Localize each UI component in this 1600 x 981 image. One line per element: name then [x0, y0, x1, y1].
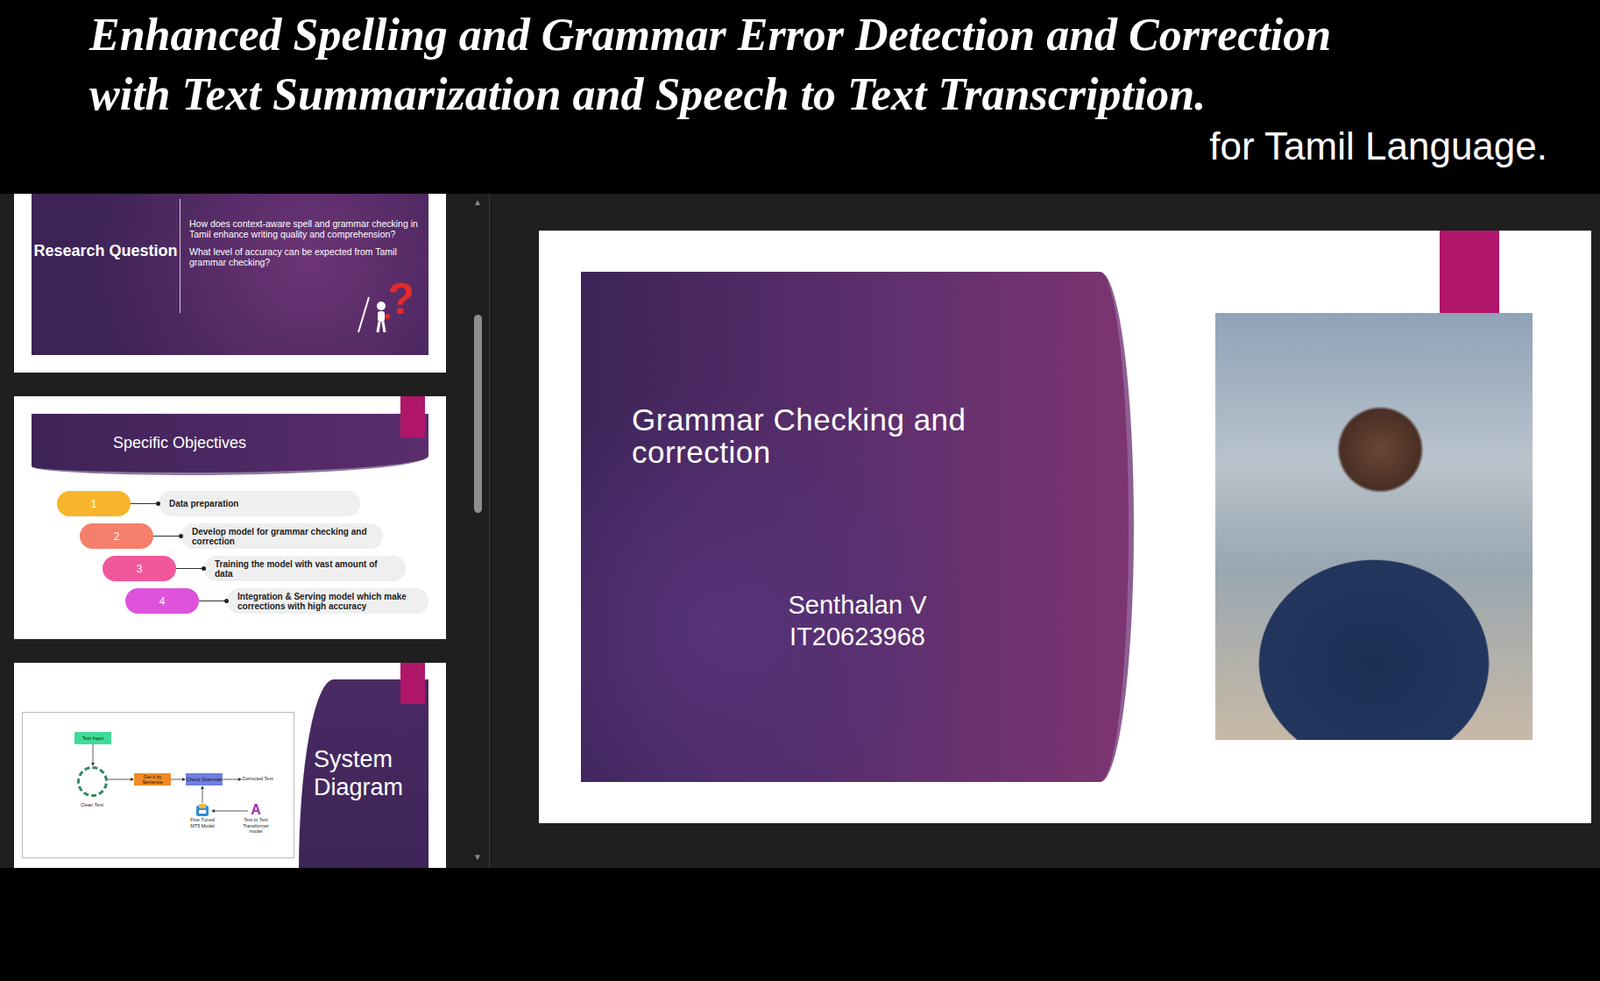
- scroll-down-button[interactable]: ▼: [473, 851, 482, 863]
- diagram-node: AText to Text Transformer model: [236, 802, 276, 835]
- diagram-node: Text Input: [74, 731, 112, 744]
- student-id: IT20623968: [580, 620, 1134, 652]
- objective-number: 3: [102, 555, 177, 581]
- slide-thumbnail[interactable]: Specific Objectives 1 Data preparation2 Dev…: [14, 396, 447, 639]
- banner-title-line: with Text Summarization and Speech to Te…: [89, 64, 1548, 125]
- connector-dot: [201, 566, 206, 571]
- objective-number: 4: [125, 587, 199, 614]
- objective-label: Develop model for grammar checking and c…: [181, 523, 383, 549]
- diagram-title-panel: System Diagram: [298, 679, 429, 868]
- banner-subtitle: for Tamil Language.: [1209, 124, 1548, 169]
- question-figure-icon: ?: [356, 279, 418, 334]
- slide-editor: Grammar Checking and correction Senthalan…: [489, 193, 1600, 868]
- objective-list: 1 Data preparation2 Develop model for gram…: [56, 490, 429, 614]
- diagram-node: Corrected Text: [241, 775, 277, 782]
- diagram-label: Fine Tuned MT5 Model: [184, 816, 220, 829]
- workspace: Research Question How does context-aware …: [0, 193, 1600, 868]
- diagram-node: Clean Text: [65, 765, 119, 808]
- scroll-thumb[interactable]: [474, 314, 482, 513]
- banner-title: Enhanced Spelling and Grammar Error Dete…: [89, 5, 1548, 125]
- stick-figure-icon: [356, 290, 392, 334]
- accent-tab: [400, 396, 425, 438]
- title-panel: Grammar Checking and correction Senthalan…: [580, 271, 1134, 782]
- slide-heading: Specific Objectives: [113, 433, 247, 453]
- connector-line: [198, 600, 227, 602]
- diagram-node: Get it by Sentence: [134, 772, 171, 786]
- accent-tab: [1439, 230, 1500, 313]
- thumbnail-scrollbar[interactable]: ▲▼: [471, 193, 484, 868]
- author-photo[interactable]: [1215, 312, 1533, 740]
- objective-number: 1: [56, 490, 131, 517]
- banner-title-line: Enhanced Spelling and Grammar Error Dete…: [89, 5, 1548, 65]
- connector-dot: [155, 501, 161, 506]
- question-mark-icon: ?: [387, 274, 415, 324]
- transformer-icon: A: [250, 802, 262, 817]
- process-cycle-icon: [77, 765, 108, 797]
- model-icon: [195, 802, 210, 817]
- connector-dot: [224, 598, 229, 603]
- slide-thumbnail[interactable]: Text Input Clean Text Get it by Sentence Ch…: [14, 662, 447, 868]
- research-question-slide: Research Question How does context-aware …: [31, 193, 429, 355]
- objective-label: Data preparation: [158, 490, 361, 517]
- connector-line: [176, 567, 205, 569]
- system-diagram: Text Input Clean Text Get it by Sentence Ch…: [21, 711, 295, 858]
- diagram-node: Check Grammar: [185, 772, 223, 786]
- objective-row: 2 Develop model for grammar checking and …: [79, 523, 429, 549]
- objectives-header: Specific Objectives: [31, 413, 429, 475]
- question-text: What level of accuracy can be expected f…: [189, 246, 422, 268]
- diagram-node: Fine Tuned MT5 Model: [184, 802, 220, 829]
- author-block[interactable]: Senthalan VIT20623968: [580, 588, 1134, 652]
- title-banner: Enhanced Spelling and Grammar Error Dete…: [0, 0, 1600, 194]
- connector-dot: [178, 533, 184, 539]
- accent-tab: [400, 662, 425, 704]
- scroll-up-button[interactable]: ▲: [473, 197, 482, 208]
- slide-heading: Research Question: [31, 193, 180, 308]
- thumbnail-list: Research Question How does context-aware …: [14, 193, 447, 868]
- connector-line: [153, 535, 182, 537]
- bottom-bar: [0, 867, 1600, 981]
- current-slide[interactable]: Grammar Checking and correction Senthalan…: [538, 230, 1592, 823]
- diagram-label: Clean Text: [80, 801, 104, 808]
- slide-thumbnail-panel: Research Question How does context-aware …: [0, 193, 490, 868]
- slide-title[interactable]: Grammar Checking and correction: [631, 403, 1018, 468]
- slide-heading: System Diagram: [313, 745, 404, 800]
- objective-row: 3 Training the model with vast amount of …: [102, 555, 429, 581]
- objective-row: 1 Data preparation: [56, 490, 429, 517]
- objective-label: Integration & Serving model which make c…: [226, 587, 429, 614]
- divider-line: [179, 198, 181, 313]
- author-name: Senthalan V: [580, 588, 1134, 621]
- slide-thumbnail[interactable]: Research Question How does context-aware …: [14, 193, 447, 373]
- question-text: How does context-aware spell and grammar…: [189, 218, 422, 240]
- objective-number: 2: [79, 523, 154, 549]
- screen: Enhanced Spelling and Grammar Error Dete…: [0, 0, 1600, 981]
- objective-label: Training the model with vast amount of d…: [204, 555, 406, 581]
- diagram-label: Text to Text Transformer model: [236, 816, 276, 835]
- objective-row: 4 Integration & Serving model which make …: [125, 587, 429, 614]
- connector-line: [130, 502, 159, 504]
